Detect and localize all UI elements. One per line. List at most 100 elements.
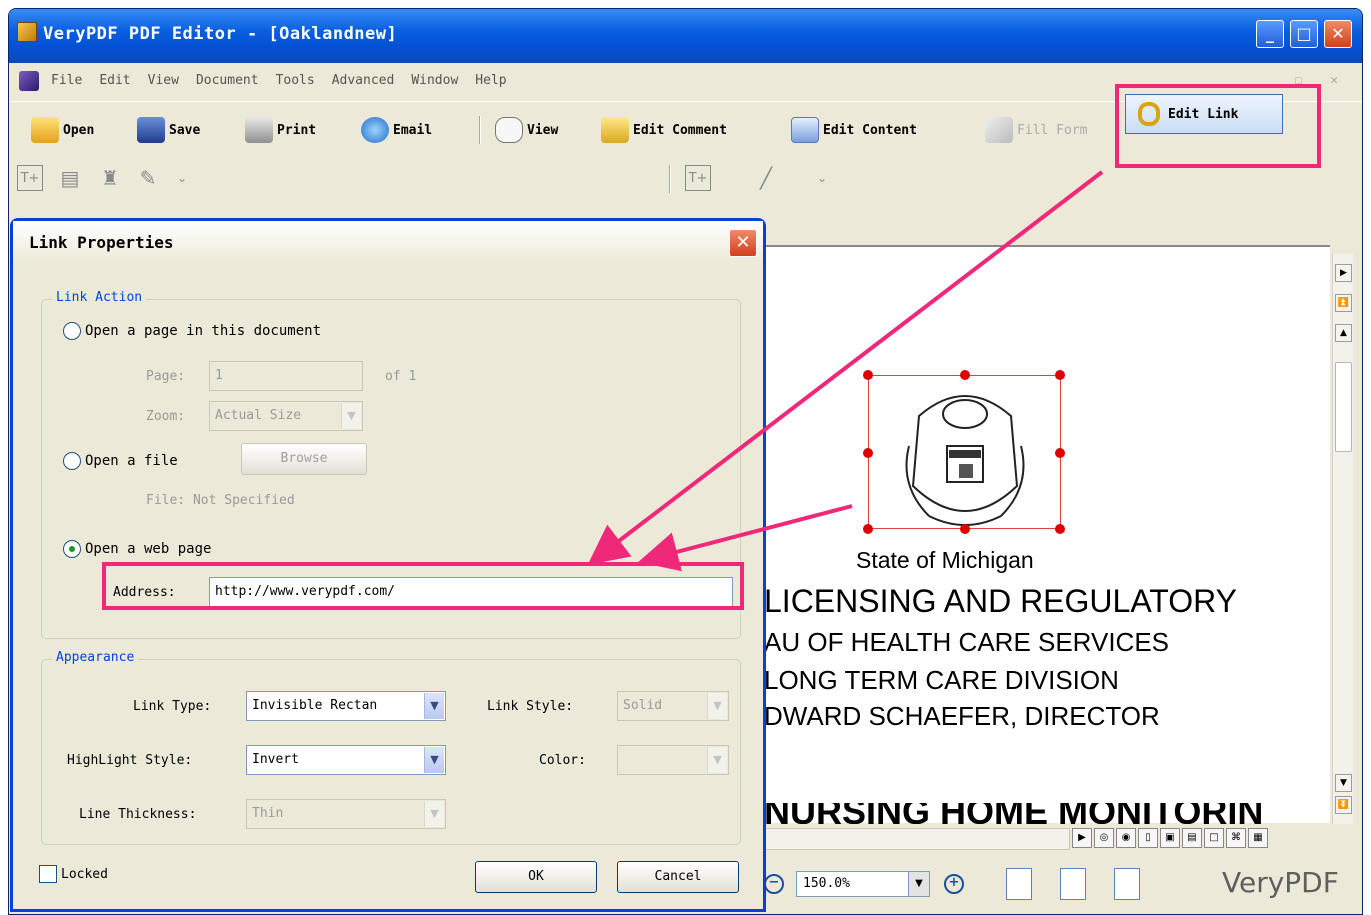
dialog-close-button[interactable]: ✕ bbox=[729, 229, 757, 257]
pencil-icon[interactable]: ✎ bbox=[135, 165, 161, 191]
close-button[interactable]: ✕ bbox=[1324, 20, 1352, 48]
highlight-style-select[interactable]: Invert ▼ bbox=[246, 745, 446, 775]
facing-view-icon[interactable] bbox=[1114, 868, 1140, 900]
edit-content-button[interactable]: Edit Content bbox=[791, 114, 917, 146]
vertical-scrollbar[interactable]: ▶ ⏫ ▲ ▼ ⏬ bbox=[1332, 254, 1353, 824]
open-button[interactable]: Open bbox=[31, 114, 94, 146]
zoom-out-icon[interactable]: − bbox=[764, 874, 784, 894]
single-page-view-icon[interactable] bbox=[1006, 868, 1032, 900]
menu-file[interactable]: File bbox=[51, 73, 82, 88]
chevron-down-icon: ▼ bbox=[707, 747, 727, 773]
scroll-right-arrow-icon[interactable]: ▶ bbox=[1335, 264, 1352, 282]
printer-icon bbox=[245, 117, 273, 143]
scroll-bottom-icon[interactable]: ⏬ bbox=[1335, 796, 1352, 814]
window-title: VeryPDF PDF Editor - [Oaklandnew] bbox=[43, 24, 398, 44]
single-page-icon[interactable]: □ bbox=[1204, 828, 1224, 848]
menu-document[interactable]: Document bbox=[196, 73, 259, 88]
horizontal-scrollbar[interactable] bbox=[760, 828, 1070, 850]
pen-icon bbox=[985, 117, 1013, 143]
two-page-icon[interactable]: ▣ bbox=[1160, 828, 1180, 848]
edit-comment-button[interactable]: Edit Comment bbox=[601, 114, 727, 146]
line-icon[interactable]: ╱ bbox=[753, 165, 779, 191]
link-action-legend: Link Action bbox=[52, 290, 147, 305]
page-icon[interactable]: ▯ bbox=[1138, 828, 1158, 848]
pdf-text: AU OF HEALTH CARE SERVICES bbox=[764, 627, 1170, 657]
pdf-text: DWARD SCHAEFER, DIRECTOR bbox=[764, 701, 1160, 731]
menu-window[interactable]: Window bbox=[411, 73, 458, 88]
link-style-select[interactable]: Solid ▼ bbox=[617, 691, 729, 721]
dropdown-arrow-icon[interactable]: ⌄ bbox=[809, 165, 835, 191]
title-bar: VeryPDF PDF Editor - [Oaklandnew] _ □ ✕ bbox=[9, 9, 1362, 63]
radio-circle[interactable] bbox=[63, 452, 81, 470]
print-button[interactable]: Print bbox=[245, 114, 316, 146]
radio-open-file[interactable]: Open a file bbox=[63, 452, 178, 470]
resize-handle[interactable] bbox=[863, 448, 873, 458]
resize-handle[interactable] bbox=[1055, 448, 1065, 458]
text-box-icon[interactable]: T+ bbox=[17, 165, 43, 191]
link-type-select[interactable]: Invisible Rectan ▼ bbox=[246, 691, 446, 721]
stamp-icon[interactable]: ♜ bbox=[97, 165, 123, 191]
save-button[interactable]: Save bbox=[137, 114, 200, 146]
edit-link-highlight bbox=[1115, 84, 1321, 168]
locked-checkbox[interactable]: Locked bbox=[39, 865, 108, 883]
resize-handle[interactable] bbox=[960, 370, 970, 380]
resize-handle[interactable] bbox=[1055, 370, 1065, 380]
zoom-input[interactable]: 150.0% bbox=[796, 871, 916, 897]
email-button[interactable]: Email bbox=[361, 114, 432, 146]
zoom-in-icon[interactable]: + bbox=[944, 874, 964, 894]
radio-open-page[interactable]: Open a page in this document bbox=[63, 322, 321, 340]
dropdown-arrow-icon[interactable]: ⌄ bbox=[169, 165, 195, 191]
nav-arrow-icon[interactable]: ▶ bbox=[1072, 828, 1092, 848]
menu-view[interactable]: View bbox=[148, 73, 179, 88]
continuous-page-icon[interactable]: ▤ bbox=[1182, 828, 1202, 848]
resize-handle[interactable] bbox=[1055, 524, 1065, 534]
line-thickness-select[interactable]: Thin ▼ bbox=[246, 799, 446, 829]
color-label: Color: bbox=[539, 753, 586, 768]
scroll-thumb[interactable] bbox=[1335, 362, 1352, 452]
resize-handle[interactable] bbox=[863, 524, 873, 534]
fit-width-icon[interactable]: ⌘ bbox=[1226, 828, 1246, 848]
menu-help[interactable]: Help bbox=[475, 73, 506, 88]
fill-form-button[interactable]: Fill Form bbox=[985, 114, 1087, 146]
prev-page-icon[interactable]: ◉ bbox=[1116, 828, 1136, 848]
menu-advanced[interactable]: Advanced bbox=[332, 73, 395, 88]
radio-circle-selected[interactable] bbox=[63, 540, 81, 558]
note-icon[interactable]: ▤ bbox=[57, 165, 83, 191]
state-seal-icon bbox=[905, 395, 1025, 526]
menu-tools[interactable]: Tools bbox=[276, 73, 315, 88]
zoom-dropdown-icon[interactable]: ▼ bbox=[908, 871, 930, 897]
comment-icon bbox=[601, 117, 629, 143]
cancel-button[interactable]: Cancel bbox=[617, 861, 739, 893]
cursor-select-icon bbox=[791, 117, 819, 143]
scroll-down-icon[interactable]: ▼ bbox=[1335, 774, 1352, 792]
grid-view-icon[interactable]: ▦ bbox=[1248, 828, 1268, 848]
color-picker[interactable]: ▼ bbox=[617, 745, 729, 775]
continuous-view-icon[interactable] bbox=[1060, 868, 1086, 900]
zoom-select[interactable]: Actual Size ▼ bbox=[209, 401, 363, 431]
ok-button[interactable]: OK bbox=[475, 861, 597, 893]
browse-button[interactable]: Browse bbox=[241, 443, 367, 475]
menu-edit[interactable]: Edit bbox=[99, 73, 130, 88]
checkbox-box[interactable] bbox=[39, 865, 57, 883]
scroll-up-icon[interactable]: ▲ bbox=[1335, 324, 1352, 342]
resize-handle[interactable] bbox=[960, 524, 970, 534]
first-page-icon[interactable]: ◎ bbox=[1094, 828, 1114, 848]
link-rectangle[interactable] bbox=[863, 370, 1065, 534]
chevron-down-icon: ▼ bbox=[424, 801, 444, 827]
resize-handle[interactable] bbox=[863, 370, 873, 380]
radio-circle[interactable] bbox=[63, 322, 81, 340]
scroll-top-icon[interactable]: ⏫ bbox=[1335, 294, 1352, 312]
page-input[interactable]: 1 bbox=[209, 361, 363, 391]
radio-open-web[interactable]: Open a web page bbox=[63, 540, 211, 558]
hand-icon bbox=[495, 117, 523, 143]
toolbar-separator bbox=[669, 165, 671, 193]
view-button[interactable]: View bbox=[495, 114, 558, 146]
page-of-label: of 1 bbox=[385, 369, 417, 384]
text-field-icon[interactable]: T+ bbox=[685, 165, 711, 191]
maximize-button[interactable]: □ bbox=[1290, 20, 1318, 48]
line-thickness-label: Line Thickness: bbox=[79, 807, 197, 822]
highlight-style-label: HighLight Style: bbox=[67, 753, 193, 768]
chevron-down-icon: ▼ bbox=[424, 747, 444, 773]
watermark: VeryPDF bbox=[1222, 866, 1339, 899]
minimize-button[interactable]: _ bbox=[1256, 20, 1284, 48]
